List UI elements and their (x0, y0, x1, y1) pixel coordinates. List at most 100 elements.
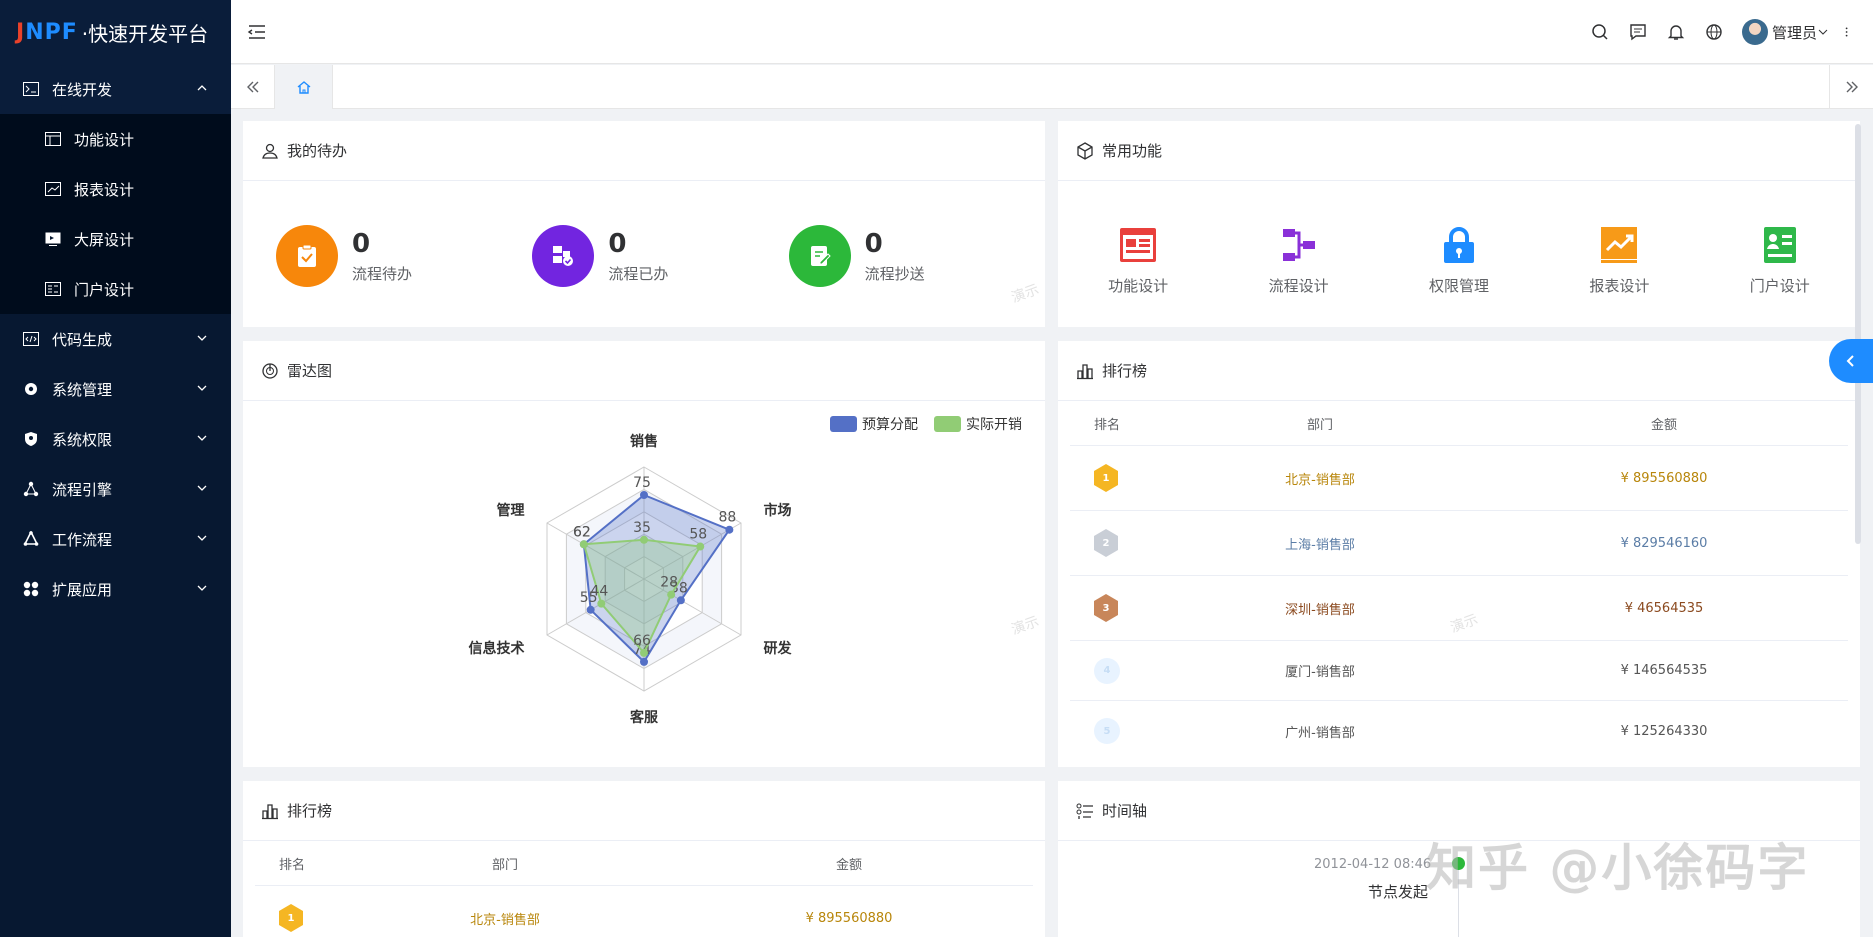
side-panel-toggle[interactable] (1829, 339, 1873, 383)
menu-system-manage[interactable]: 系统管理 (0, 364, 231, 414)
more-vertical-icon[interactable] (1843, 22, 1855, 42)
tabs-scroll-left[interactable] (231, 65, 275, 108)
menu-report-design[interactable]: 报表设计 (0, 164, 231, 214)
func-permission[interactable]: 权限管理 (1399, 225, 1519, 296)
radar-point[interactable] (667, 590, 676, 599)
page-scrollbar[interactable] (1855, 124, 1861, 544)
radar-indicator-label: 销售 (630, 433, 658, 450)
menu-flow-engine[interactable]: 流程引擎 (0, 464, 231, 514)
message-icon[interactable] (1628, 22, 1648, 42)
func-label: 报表设计 (1589, 277, 1650, 295)
user-menu[interactable]: 管理员 (1741, 19, 1829, 45)
radar-value-label: 66 (633, 633, 651, 649)
radar-indicator-label: 客服 (629, 709, 659, 726)
todo-label: 流程待办 (352, 264, 413, 283)
avatar (1741, 19, 1768, 45)
todo-count: 0 (352, 228, 371, 259)
chart-legend[interactable]: 预算分配 实际开销 (830, 416, 1022, 433)
trend-chart-icon (1601, 227, 1638, 263)
table-row[interactable]: 2 上海-销售部 ¥ 829546160 (1070, 511, 1848, 576)
menu-label: 系统权限 (52, 430, 113, 449)
card-header: 我的待办 (243, 121, 1045, 181)
portal-icon (44, 280, 62, 298)
radar-point[interactable] (597, 599, 606, 608)
radar-point[interactable] (696, 542, 705, 551)
col-rank: 排名 (1094, 417, 1121, 433)
timeline-label: 节点发起 (1368, 883, 1429, 901)
bar-rank-icon (262, 803, 278, 819)
code-icon (22, 330, 40, 348)
func-portal-design[interactable]: 门户设计 (1720, 225, 1840, 296)
logo[interactable]: JNPF ·快速开发平台 (0, 0, 231, 64)
func-function-design[interactable]: 功能设计 (1078, 225, 1198, 296)
menu-function-design[interactable]: 功能设计 (0, 114, 231, 164)
todo-label: 流程抄送 (864, 264, 925, 283)
bell-icon[interactable] (1666, 22, 1686, 42)
menu-portal-design[interactable]: 门户设计 (0, 264, 231, 314)
table-row[interactable]: 1 北京-销售部 ¥ 895560880 (1070, 446, 1848, 511)
menu-extension[interactable]: 扩展应用 (0, 564, 231, 614)
legend-label: 实际开销 (966, 417, 1022, 433)
func-report-design[interactable]: 报表设计 (1559, 225, 1679, 296)
card-header: 排行榜 (243, 781, 1045, 841)
legend-label: 预算分配 (862, 417, 918, 433)
lock-icon (1443, 227, 1474, 263)
workflow-icon (22, 530, 40, 548)
submenu-online-dev: 功能设计 报表设计 大屏设计 门户设计 (0, 114, 231, 314)
todo-count: 0 (864, 228, 883, 259)
radar-point[interactable] (640, 648, 648, 657)
col-amount: 金额 (835, 857, 862, 873)
radar-value-label: 75 (633, 475, 651, 491)
todo-pending[interactable]: 0 流程待办 (276, 225, 532, 287)
chevron-down-icon (197, 585, 207, 591)
top-header: 管理员 (231, 0, 1873, 64)
card-title: 我的待办 (287, 142, 348, 160)
func-label: 权限管理 (1428, 277, 1489, 295)
radar-point[interactable] (725, 525, 734, 534)
radar-indicator-label: 信息技术 (468, 640, 524, 657)
rank-dept: 北京-销售部 (1285, 472, 1355, 488)
radar-indicator-label: 研发 (764, 640, 793, 657)
clipboard-check-icon (276, 225, 338, 287)
radar-point[interactable] (640, 491, 648, 499)
radar-point[interactable] (676, 596, 685, 605)
menu-code-gen[interactable]: 代码生成 (0, 314, 231, 364)
menu-online-dev[interactable]: 在线开发 (0, 64, 231, 114)
rank-card-2: 排行榜 排名 部门 金额 1 北京-销售部 ¥ 895560880 (243, 781, 1045, 937)
task-done-icon (532, 225, 595, 287)
rank-table: 排名 部门 金额 1 北京-销售部 ¥ 895560880 (255, 841, 1033, 937)
col-amount: 金额 (1650, 417, 1677, 433)
todo-done[interactable]: 0 流程已办 (532, 225, 788, 287)
menu-system-permission[interactable]: 系统权限 (0, 414, 231, 464)
tabs-scroll-right[interactable] (1829, 65, 1873, 108)
rank-badge: 5 (1094, 718, 1120, 744)
radar-value-label: 58 (689, 527, 707, 543)
form-layout-icon (1120, 228, 1157, 262)
radar-point[interactable] (640, 535, 648, 544)
chevron-up-icon (197, 85, 207, 91)
func-label: 流程设计 (1268, 277, 1329, 295)
col-dept: 部门 (1306, 417, 1333, 433)
todo-row: 0 流程待办 0 流程已办 0 流程抄送 (243, 181, 1045, 287)
radar-point[interactable] (586, 605, 595, 614)
tab-home[interactable] (275, 65, 333, 109)
card-title: 排行榜 (1102, 362, 1148, 380)
table-row[interactable]: 1 北京-销售部 ¥ 895560880 (255, 886, 1033, 937)
radar-point[interactable] (640, 657, 648, 666)
globe-icon[interactable] (1704, 22, 1724, 42)
table-row[interactable]: 5 广州-销售部 ¥ 125264330 (1070, 701, 1848, 761)
radar-point[interactable] (579, 540, 588, 549)
rank-table-header: 排名 部门 金额 (1070, 401, 1848, 446)
card-header: 常用功能 (1058, 121, 1860, 181)
screen-icon (44, 230, 62, 248)
menu-workflow[interactable]: 工作流程 (0, 514, 231, 564)
func-flow-design[interactable]: 流程设计 (1239, 225, 1359, 296)
todo-cc[interactable]: 0 流程抄送 (788, 225, 1045, 287)
rank-dept: 上海-销售部 (1285, 537, 1355, 553)
menu-screen-design[interactable]: 大屏设计 (0, 214, 231, 264)
menu-toggle-icon[interactable] (247, 22, 267, 42)
table-row[interactable]: 4 厦门-销售部 ¥ 146564535 (1070, 641, 1848, 701)
radar-value-label: 44 (590, 584, 608, 600)
search-icon[interactable] (1590, 22, 1610, 42)
rank-badge-bronze: 3 (1094, 594, 1118, 622)
